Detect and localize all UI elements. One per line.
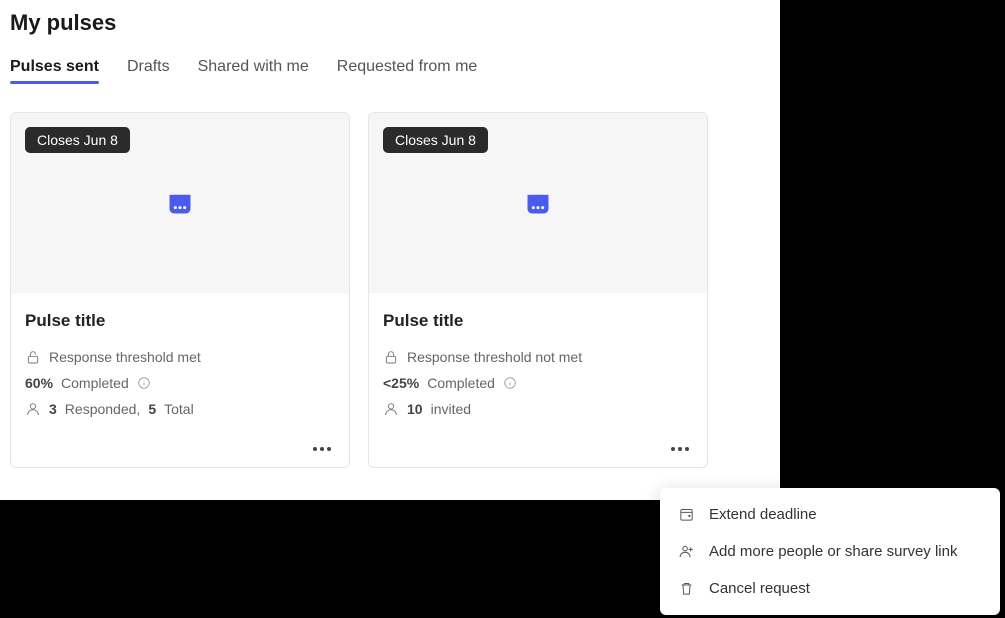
card-header: Closes Jun 8 [11, 113, 349, 293]
tabs: Pulses sent Drafts Shared with me Reques… [10, 58, 770, 84]
info-icon [137, 376, 151, 390]
threshold-text: Response threshold met [49, 349, 201, 365]
calendar-icon [166, 189, 194, 217]
menu-item-extend-deadline[interactable]: Extend deadline [660, 496, 1000, 533]
people-row: 10 invited [383, 401, 693, 417]
context-menu: Extend deadline Add more people or share… [660, 488, 1000, 615]
calendar-icon [524, 189, 552, 217]
completion-pct: 60% [25, 375, 53, 391]
person-icon [25, 401, 41, 417]
total-count: 5 [148, 401, 156, 417]
pulse-title: Pulse title [25, 311, 335, 331]
tab-requested-from-me[interactable]: Requested from me [337, 58, 478, 84]
tab-pulses-sent[interactable]: Pulses sent [10, 58, 99, 84]
completion-label: Completed [61, 375, 129, 391]
completion-row: 60% Completed [25, 375, 335, 391]
menu-label: Add more people or share survey link [709, 543, 957, 560]
completion-row: <25% Completed [383, 375, 693, 391]
invited-count: 10 [407, 401, 423, 417]
threshold-row: Response threshold met [25, 349, 335, 365]
calendar-extend-icon [678, 506, 695, 523]
pulse-title: Pulse title [383, 311, 693, 331]
menu-item-cancel-request[interactable]: Cancel request [660, 570, 1000, 607]
page-title: My pulses [10, 10, 770, 36]
menu-item-add-people[interactable]: Add more people or share survey link [660, 533, 1000, 570]
closes-badge: Closes Jun 8 [383, 127, 488, 153]
people-add-icon [678, 543, 695, 560]
tab-drafts[interactable]: Drafts [127, 58, 170, 84]
total-label: Total [164, 401, 194, 417]
people-row: 3 Responded, 5 Total [25, 401, 335, 417]
completion-label: Completed [427, 375, 495, 391]
responded-count: 3 [49, 401, 57, 417]
lock-closed-icon [383, 349, 399, 365]
pulse-card[interactable]: Closes Jun 8 Pulse title Response thre [10, 112, 350, 468]
more-options-button[interactable] [309, 443, 335, 455]
card-header: Closes Jun 8 [369, 113, 707, 293]
threshold-text: Response threshold not met [407, 349, 582, 365]
menu-label: Cancel request [709, 580, 810, 597]
pulse-card[interactable]: Closes Jun 8 Pulse title Response thre [368, 112, 708, 468]
trash-icon [678, 580, 695, 597]
info-icon [503, 376, 517, 390]
menu-label: Extend deadline [709, 506, 817, 523]
tab-shared-with-me[interactable]: Shared with me [198, 58, 309, 84]
more-options-button[interactable] [667, 443, 693, 455]
invited-label: invited [431, 401, 471, 417]
lock-open-icon [25, 349, 41, 365]
person-icon [383, 401, 399, 417]
completion-pct: <25% [383, 375, 419, 391]
responded-label: Responded, [65, 401, 141, 417]
threshold-row: Response threshold not met [383, 349, 693, 365]
closes-badge: Closes Jun 8 [25, 127, 130, 153]
